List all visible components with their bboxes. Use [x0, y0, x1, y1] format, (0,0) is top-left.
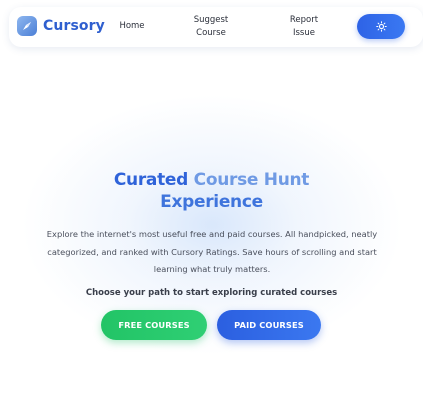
nav-report-issue-link[interactable]: Report Issue [281, 14, 327, 40]
hero-title-part3: Experience [160, 192, 263, 212]
compass-icon[interactable] [17, 16, 37, 36]
free-courses-button[interactable]: FREE COURSES [101, 310, 207, 340]
theme-toggle-button[interactable] [357, 14, 405, 39]
nav-home-link[interactable]: Home [118, 20, 146, 33]
sun-icon [375, 21, 387, 32]
page: Cursory Home Suggest Course Report Issue [0, 0, 423, 412]
hero-cta-text: Choose your path to start exploring cura… [85, 288, 338, 298]
hero-title-part1: Curated [113, 170, 194, 190]
navbar: Cursory Home Suggest Course Report Issue [9, 7, 423, 47]
brand-name[interactable]: Cursory [43, 18, 105, 34]
hero-title: Curated Course Hunt Experience [60, 169, 363, 213]
hero-description: Explore the internet's most useful free … [46, 229, 378, 274]
hero-title-part2: Course Hunt [193, 170, 310, 190]
nav-suggest-course-link[interactable]: Suggest Course [185, 14, 237, 40]
paid-courses-button[interactable]: PAID COURSES [217, 310, 321, 340]
